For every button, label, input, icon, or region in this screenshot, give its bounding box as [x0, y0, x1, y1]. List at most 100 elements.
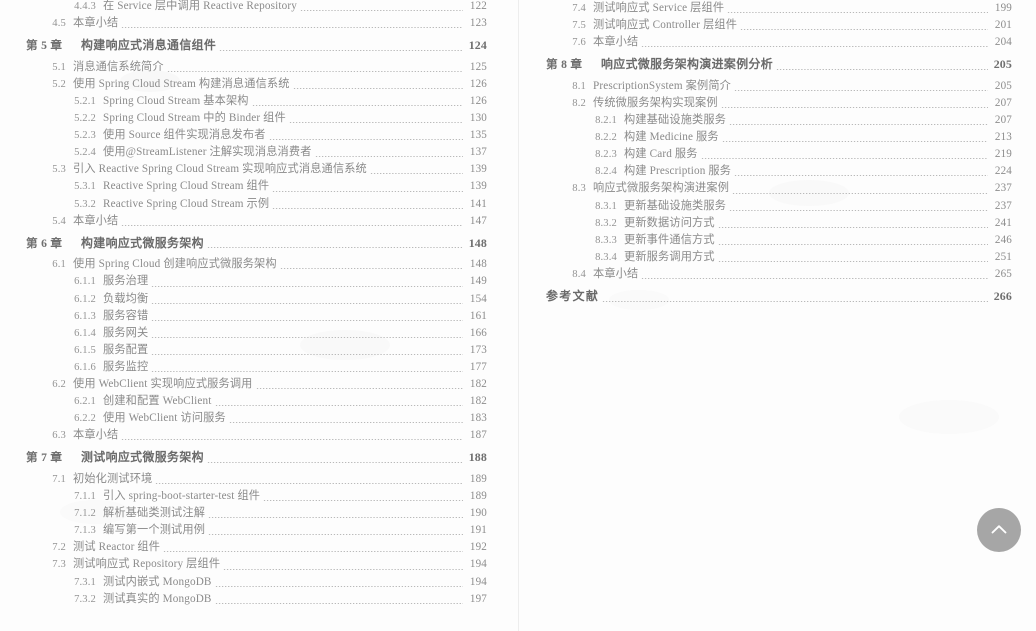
toc-entry-number: 7.3 — [52, 559, 66, 571]
toc-entry[interactable]: 7.6 本章小结 204 — [519, 34, 1036, 51]
toc-entry[interactable]: 8.2.2 构建 Medicine 服务 213 — [519, 129, 1036, 146]
toc-entry[interactable]: 5.2.2 Spring Cloud Stream 中的 Binder 组件 130 — [0, 110, 518, 127]
toc-entry[interactable]: 8.3.3 更新事件通信方式 246 — [519, 232, 1036, 249]
toc-entry[interactable]: 7.1.1 引入 spring-boot-starter-test 组件 189 — [0, 488, 518, 505]
toc-entry-number: 8.3 — [572, 183, 586, 195]
toc-entry[interactable]: 6.2.1 创建和配置 WebClient 182 — [0, 393, 518, 410]
toc-dot-leader — [151, 370, 463, 372]
toc-entry-title: 本章小结 — [593, 267, 639, 280]
toc-entry[interactable]: 6.2 使用 WebClient 实现响应式服务调用 182 — [0, 376, 518, 393]
toc-entry-number: 6.1.6 — [74, 361, 96, 373]
toc-entry[interactable]: 8.3.4 更新服务调用方式 251 — [519, 249, 1036, 266]
toc-entry[interactable]: 第 7 章 测试响应式微服务架构 188 — [0, 448, 518, 467]
toc-entry[interactable]: 6.3 本章小结 187 — [0, 427, 518, 444]
toc-entry[interactable]: 6.1.3 服务容错 161 — [0, 308, 518, 325]
toc-entry[interactable]: 7.1.2 解析基础类测试注解 190 — [0, 505, 518, 522]
toc-entry-title: Reactive Spring Cloud Stream 示例 — [103, 197, 270, 210]
toc-entry[interactable]: 6.1.6 服务监控 177 — [0, 359, 518, 376]
toc-entry-title: 服务配置 — [103, 343, 149, 356]
toc-entry[interactable]: 6.1 使用 Spring Cloud 创建响应式微服务架构 148 — [0, 256, 518, 273]
toc-entry-page-number: 166 — [469, 326, 487, 339]
toc-entry-title: 使用 Spring Cloud 创建响应式微服务架构 — [73, 258, 277, 271]
toc-entry[interactable]: 6.1.1 服务治理 149 — [0, 273, 518, 290]
toc-entry[interactable]: 5.2 使用 Spring Cloud Stream 构建消息通信系统 126 — [0, 76, 518, 93]
toc-entry-page-number: 123 — [469, 17, 487, 30]
toc-entry-page-number: 241 — [994, 216, 1012, 229]
toc-entry[interactable]: 8.3 响应式微服务架构演进案例 237 — [519, 180, 1036, 197]
toc-entry-page-number: 213 — [994, 131, 1012, 144]
toc-entry[interactable]: 第 5 章 构建响应式消息通信组件 124 — [0, 36, 518, 55]
toc-entry-page-number: 265 — [994, 267, 1012, 280]
toc-entry-number: 8.3.4 — [595, 251, 617, 263]
toc-dot-leader — [300, 10, 463, 12]
toc-entry[interactable]: 第 8 章 响应式微服务架构演进案例分析 205 — [519, 55, 1036, 74]
toc-entry-title: 引入 spring-boot-starter-test 组件 — [103, 490, 261, 503]
toc-dot-leader — [288, 122, 463, 124]
toc-entry[interactable]: 5.1 消息通信系统简介 125 — [0, 59, 518, 76]
toc-entry[interactable]: 5.2.3 使用 Source 组件实现消息发布者 135 — [0, 127, 518, 144]
toc-entry[interactable]: 5.3 引入 Reactive Spring Cloud Stream 实现响应式… — [0, 161, 518, 178]
toc-entry[interactable]: 8.2.1 构建基础设施类服务 207 — [519, 112, 1036, 129]
toc-dot-leader — [151, 319, 463, 321]
toc-entry[interactable]: 8.2.3 构建 Card 服务 219 — [519, 146, 1036, 163]
toc-entry[interactable]: 4.4.3 在 Service 层中调用 Reactive Repository 1… — [0, 0, 518, 15]
toc-entry[interactable]: 7.5 测试响应式 Controller 层组件 201 — [519, 17, 1036, 34]
toc-entry[interactable]: 7.3.2 测试真实的 MongoDB 197 — [0, 591, 518, 608]
toc-dot-leader — [717, 243, 988, 245]
toc-dot-leader — [641, 278, 988, 279]
toc-entry-title: 本章小结 — [73, 17, 119, 30]
toc-entry-page-number: 147 — [469, 214, 487, 227]
toc-entry-page-number: 246 — [994, 233, 1012, 246]
toc-dot-leader — [700, 158, 988, 160]
toc-dot-leader — [151, 285, 463, 287]
toc-entry[interactable]: 5.4 本章小结 147 — [0, 213, 518, 230]
toc-entry[interactable]: 5.2.1 Spring Cloud Stream 基本架构 126 — [0, 93, 518, 110]
toc-dot-leader — [292, 87, 463, 89]
toc-entry-number: 4.4.3 — [74, 1, 96, 12]
toc-dot-leader — [151, 353, 463, 355]
toc-entry-number: 5.4 — [52, 215, 66, 227]
toc-entry-title: Spring Cloud Stream 基本架构 — [103, 94, 249, 107]
toc-entry-page-number: 122 — [469, 0, 487, 12]
toc-entry[interactable]: 8.3.1 更新基础设施类服务 237 — [519, 198, 1036, 215]
toc-entry-page-number: 192 — [469, 541, 487, 554]
toc-entry[interactable]: 8.4 本章小结 265 — [519, 266, 1036, 283]
scroll-to-top-button[interactable] — [977, 508, 1021, 552]
toc-entry[interactable]: 参考文献 266 — [519, 287, 1036, 306]
toc-entry[interactable]: 8.1 PrescriptionSystem 案例简介 205 — [519, 78, 1036, 95]
toc-entry[interactable]: 6.2.2 使用 WebClient 访问服务 183 — [0, 410, 518, 427]
toc-entry[interactable]: 6.1.2 负载均衡 154 — [0, 291, 518, 308]
toc-entry[interactable]: 4.5 本章小结 123 — [0, 15, 518, 32]
toc-entry[interactable]: 6.1.4 服务网关 166 — [0, 325, 518, 342]
toc-entry[interactable]: 5.2.4 使用@StreamListener 注解实现消息消费者 137 — [0, 144, 518, 161]
toc-entry-number: 6.2 — [52, 378, 66, 390]
toc-entry[interactable]: 7.3 测试响应式 Repository 层组件 194 — [0, 556, 518, 573]
toc-dot-leader — [734, 89, 988, 91]
toc-entry[interactable]: 7.1 初始化测试环境 189 — [0, 471, 518, 488]
toc-entry-page-number: 204 — [994, 36, 1012, 49]
toc-entry-number: 6.1.3 — [74, 310, 96, 322]
toc-entry-page-number: 219 — [994, 148, 1012, 161]
toc-dot-leader — [214, 585, 463, 587]
toc-entry[interactable]: 6.1.5 服务配置 173 — [0, 342, 518, 359]
toc-entry[interactable]: 8.3.2 更新数据访问方式 241 — [519, 215, 1036, 232]
toc-entry-title: 服务监控 — [103, 360, 149, 373]
toc-entry[interactable]: 第 6 章 构建响应式微服务架构 148 — [0, 234, 518, 253]
toc-entry[interactable]: 7.3.1 测试内嵌式 MongoDB 194 — [0, 574, 518, 591]
toc-entry[interactable]: 7.1.3 编写第一个测试用例 191 — [0, 522, 518, 539]
toc-entry-page-number: 194 — [469, 575, 487, 588]
toc-dot-leader — [720, 107, 988, 109]
toc-dot-leader — [121, 224, 463, 226]
toc-entry[interactable]: 7.2 测试 Reactor 组件 192 — [0, 539, 518, 556]
toc-entry-number: 8.3.3 — [595, 234, 617, 246]
toc-entry[interactable]: 8.2.4 构建 Prescription 服务 224 — [519, 163, 1036, 180]
toc-dot-leader — [251, 105, 463, 107]
toc-entry-number: 6.1.4 — [74, 327, 96, 339]
toc-entry[interactable]: 5.3.1 Reactive Spring Cloud Stream 组件 139 — [0, 178, 518, 195]
toc-dot-leader — [163, 551, 463, 553]
toc-dot-leader — [272, 207, 463, 209]
toc-entry[interactable]: 8.2 传统微服务架构实现案例 207 — [519, 95, 1036, 112]
toc-entry-page-number: 125 — [469, 60, 487, 73]
toc-entry[interactable]: 7.4 测试响应式 Service 层组件 199 — [519, 0, 1036, 17]
toc-entry[interactable]: 5.3.2 Reactive Spring Cloud Stream 示例 141 — [0, 196, 518, 213]
